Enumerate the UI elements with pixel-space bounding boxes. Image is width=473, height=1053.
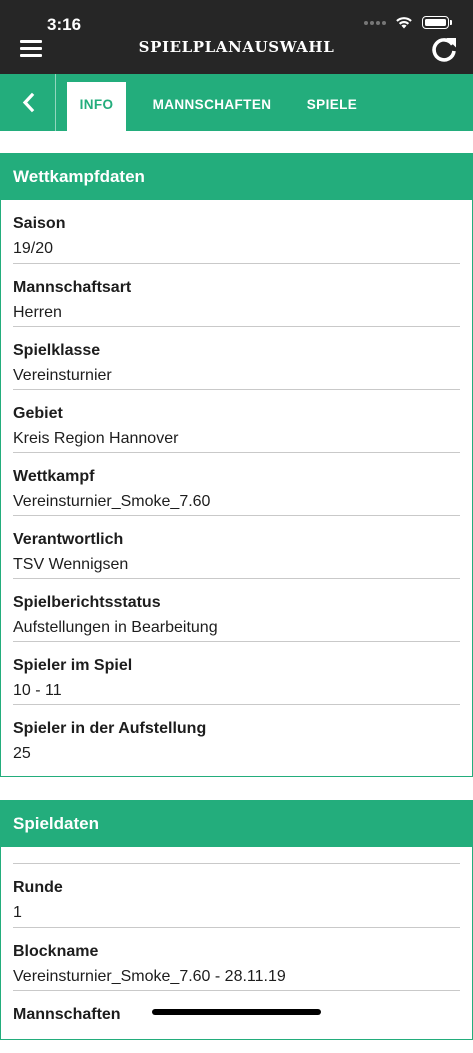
battery-icon [422,16,452,29]
wifi-icon [396,17,412,29]
field-label: Spieler im Spiel [13,657,133,674]
field-label: Spieler in der Aufstellung [13,720,207,737]
field-value: 25 [13,745,31,762]
field-value: 19/20 [13,240,54,257]
field-label: Mannschaftsart [13,279,132,296]
field-runde: Runde 1 [13,864,460,927]
divider [13,847,460,864]
field-spielberichtsstatus: Spielberichtsstatus Aufstellungen in Bea… [13,578,460,641]
field-value: 1 [13,904,22,921]
field-label: Verantwortlich [13,531,124,548]
field-gebiet: Gebiet Kreis Region Hannover [13,389,460,452]
field-spieler-in-der-aufstellung: Spieler in der Aufstellung 25 [13,704,460,767]
field-value: Vereinsturnier_Smoke_7.60 [13,493,211,510]
field-spielklasse: Spielklasse Vereinsturnier [13,326,460,389]
status-time: 3:16 [47,15,82,34]
wettkampfdaten-title: Wettkampfdaten [1,154,472,200]
field-value: Vereinsturnier [13,367,112,384]
field-value: Kreis Region Hannover [13,430,179,447]
wettkampfdaten-card: Wettkampfdaten Saison 19/20 Mannschaftsa… [0,153,473,777]
tab-spiele[interactable]: SPIELE [294,82,370,131]
field-label: Gebiet [13,405,63,422]
tab-mannschaften[interactable]: MANNSCHAFTEN [140,82,284,131]
field-label: Wettkampf [13,468,95,485]
tab-info[interactable]: INFO [67,82,126,131]
field-saison: Saison 19/20 [1,200,472,263]
field-label: Spielklasse [13,342,101,359]
field-spieler-im-spiel: Spieler im Spiel 10 - 11 [13,641,460,704]
refresh-icon[interactable] [429,34,459,64]
status-icons [364,16,452,29]
field-value: Aufstellungen in Bearbeitung [13,619,218,636]
field-mannschaften: Mannschaften [13,990,460,1053]
field-value: Herren [13,304,62,321]
field-verantwortlich: Verantwortlich TSV Wennigsen [13,515,460,578]
field-value: TSV Wennigsen [13,556,129,573]
field-wettkampf: Wettkampf Vereinsturnier_Smoke_7.60 [13,452,460,515]
back-button[interactable] [0,74,56,131]
field-mannschaftsart: Mannschaftsart Herren [13,263,460,326]
field-label: Runde [13,879,63,896]
home-indicator[interactable] [152,1009,321,1015]
page-title: SPIELPLANAUSWAHL [138,38,335,56]
field-label: Saison [13,215,66,232]
back-chevron-icon [22,92,35,113]
signal-icon [364,20,386,25]
spieldaten-title: Spieldaten [1,801,472,847]
field-label: Blockname [13,943,99,960]
spieldaten-card: Spieldaten Runde 1 Blockname Vereinsturn… [0,800,473,1040]
divider [55,74,56,131]
top-bar: 3:16 SPIELPLANAUSWAHL [0,0,473,74]
field-blockname: Blockname Vereinsturnier_Smoke_7.60 - 28… [13,927,460,990]
field-label: Spielberichtsstatus [13,594,161,611]
field-value: Vereinsturnier_Smoke_7.60 - 28.11.19 [13,968,286,985]
field-value: 10 - 11 [13,682,62,699]
tab-bar: INFO MANNSCHAFTEN SPIELE [0,74,473,131]
